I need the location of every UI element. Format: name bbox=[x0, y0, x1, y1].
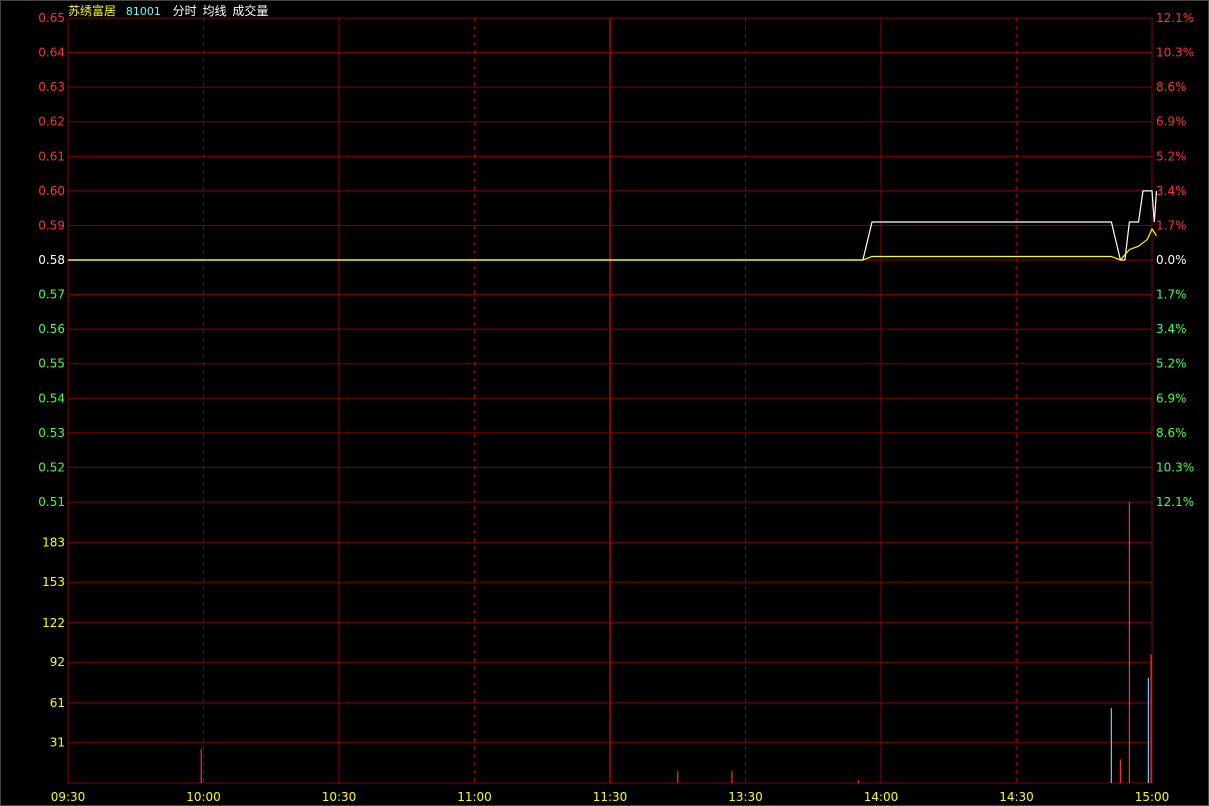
chart-canvas[interactable]: 0.65 12.1% 0.64 10.3% 0.63 8.6% 0.62 6.9% 0.61 5.… bbox=[0, 0, 1209, 806]
percent-tick-label: 5.2% bbox=[1156, 357, 1187, 371]
percent-tick-label: 0.0% bbox=[1156, 253, 1187, 267]
price-tick-label: 0.52 bbox=[38, 460, 65, 474]
price-tick-label: 0.61 bbox=[38, 149, 65, 163]
volume-tick-label: 153 bbox=[42, 575, 65, 589]
time-tick-label: 11:30 bbox=[593, 790, 628, 804]
time-tick-label: 09:30 bbox=[51, 790, 86, 804]
percent-tick-label: 6.9% bbox=[1156, 391, 1187, 405]
volume-tick-label: 122 bbox=[42, 616, 65, 630]
price-tick-label: 0.58 bbox=[38, 253, 65, 267]
time-tick-label: 15:00 bbox=[1135, 790, 1170, 804]
time-tick-label: 14:30 bbox=[999, 790, 1034, 804]
time-tick-label: 10:30 bbox=[322, 790, 357, 804]
price-tick-label: 0.60 bbox=[38, 184, 65, 198]
time-tick-label: 14:00 bbox=[864, 790, 899, 804]
volume-tick-label: 61 bbox=[50, 696, 65, 710]
percent-tick-label: 12.1% bbox=[1156, 495, 1194, 509]
time-tick-label: 13:30 bbox=[728, 790, 763, 804]
price-tick-label: 0.59 bbox=[38, 218, 65, 232]
percent-tick-label: 12.1% bbox=[1156, 11, 1194, 25]
price-tick-label: 0.63 bbox=[38, 80, 65, 94]
percent-tick-label: 1.7% bbox=[1156, 288, 1187, 302]
percent-tick-label: 3.4% bbox=[1156, 322, 1187, 336]
price-tick-label: 0.62 bbox=[38, 115, 65, 129]
percent-tick-label: 8.6% bbox=[1156, 80, 1187, 94]
price-tick-label: 0.54 bbox=[38, 391, 65, 405]
percent-tick-label: 10.3% bbox=[1156, 46, 1194, 60]
time-tick-label: 10:00 bbox=[186, 790, 221, 804]
time-tick-label: 11:00 bbox=[457, 790, 492, 804]
volume-tick-label: 183 bbox=[42, 536, 65, 550]
price-tick-label: 0.65 bbox=[38, 11, 65, 25]
percent-tick-label: 6.9% bbox=[1156, 115, 1187, 129]
percent-tick-label: 3.4% bbox=[1156, 184, 1187, 198]
price-tick-label: 0.51 bbox=[38, 495, 65, 509]
price-tick-label: 0.57 bbox=[38, 288, 65, 302]
volume-tick-label: 92 bbox=[50, 655, 65, 669]
price-tick-label: 0.55 bbox=[38, 357, 65, 371]
price-tick-label: 0.56 bbox=[38, 322, 65, 336]
average-line bbox=[68, 227, 1158, 261]
percent-tick-label: 5.2% bbox=[1156, 149, 1187, 163]
percent-tick-label: 10.3% bbox=[1156, 460, 1194, 474]
price-tick-label: 0.64 bbox=[38, 46, 65, 60]
volume-tick-label: 31 bbox=[50, 735, 65, 749]
price-tick-label: 0.53 bbox=[38, 426, 65, 440]
percent-tick-label: 1.7% bbox=[1156, 218, 1187, 232]
intraday-chart[interactable]: 苏绣富居 81001 分时 均线 成交量 0.65 12.1% 0.64 10.3% 0… bbox=[0, 0, 1209, 806]
percent-tick-label: 8.6% bbox=[1156, 426, 1187, 440]
